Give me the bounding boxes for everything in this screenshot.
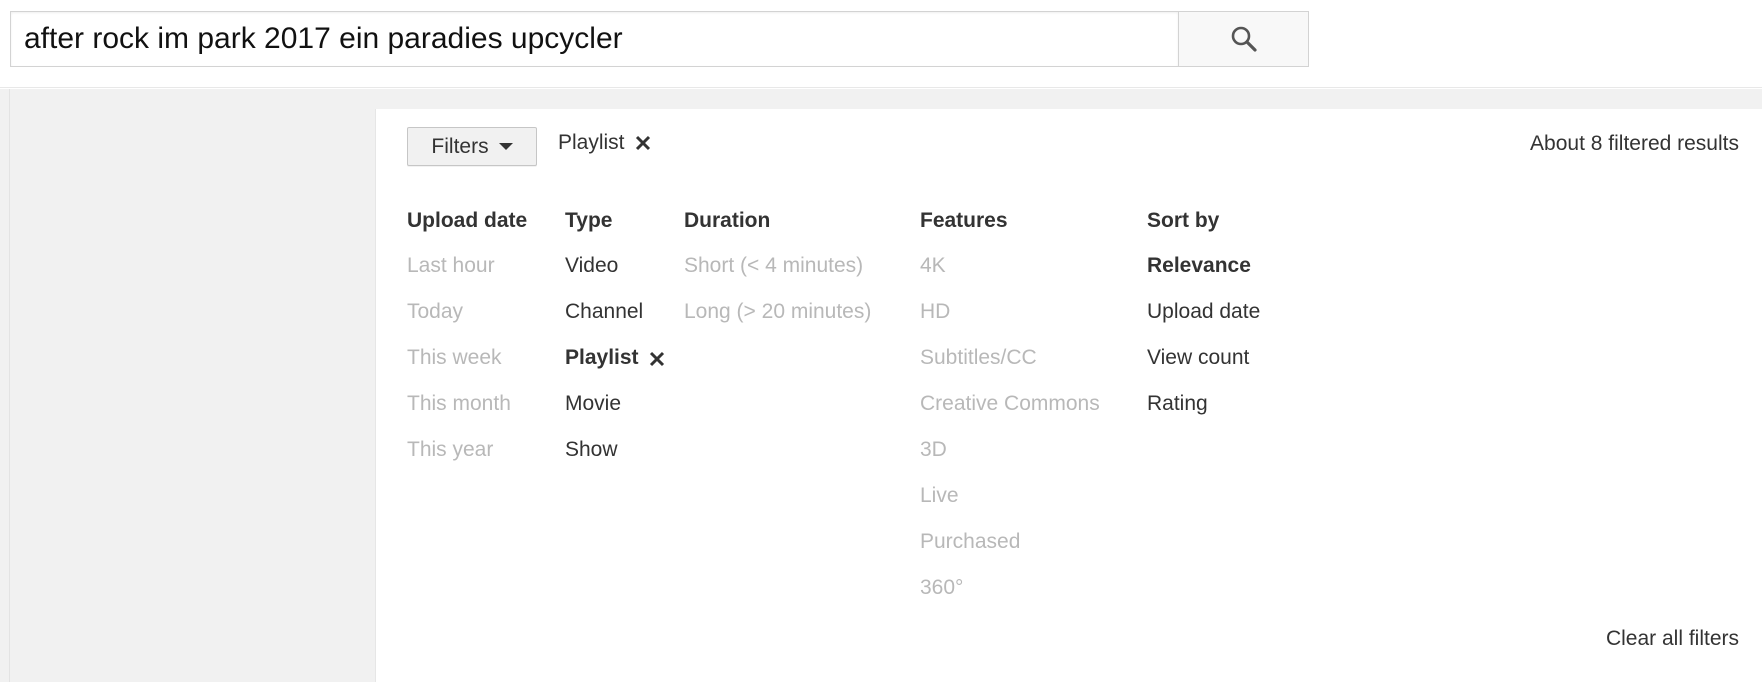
filter-option-live: Live	[920, 484, 959, 507]
filter-option-long: Long (> 20 minutes)	[684, 300, 872, 323]
filters-button[interactable]: Filters	[407, 127, 537, 166]
search-icon	[1231, 26, 1257, 52]
results-count: About 8 filtered results	[1530, 132, 1739, 155]
duration-column: Duration Short (< 4 minutes) Long (> 20 …	[684, 209, 871, 346]
column-heading: Type	[565, 209, 613, 232]
filter-option-360: 360°	[920, 576, 964, 599]
filter-option-subtitles: Subtitles/CC	[920, 346, 1037, 369]
close-icon[interactable]	[649, 351, 665, 367]
column-heading: Upload date	[407, 209, 528, 232]
filter-option-last-hour: Last hour	[407, 254, 495, 277]
sort-by-column: Sort by Relevance Upload date View count…	[1147, 209, 1260, 438]
active-filter-label: Playlist	[558, 131, 625, 154]
column-heading: Sort by	[1147, 209, 1220, 232]
sort-option-rating[interactable]: Rating	[1147, 392, 1260, 438]
sort-option-upload-date[interactable]: Upload date	[1147, 300, 1260, 346]
filter-option-this-year: This year	[407, 438, 494, 461]
filter-option-video[interactable]: Video	[565, 254, 665, 300]
features-column: Features 4K HD Subtitles/CC Creative Com…	[920, 209, 1100, 622]
filter-option-creative-commons: Creative Commons	[920, 392, 1100, 415]
active-filter-chip: Playlist	[558, 131, 651, 155]
filter-option-short: Short (< 4 minutes)	[684, 254, 864, 277]
filters-label: Filters	[431, 134, 489, 158]
filter-option-playlist[interactable]: Playlist	[565, 346, 665, 392]
sort-option-view-count[interactable]: View count	[1147, 346, 1260, 392]
divider	[9, 89, 10, 682]
masthead	[0, 0, 1762, 88]
upload-date-column: Upload date Last hour Today This week Th…	[407, 209, 527, 484]
filter-option-this-week: This week	[407, 346, 502, 369]
filter-option-show[interactable]: Show	[565, 438, 665, 484]
filter-option-4k: 4K	[920, 254, 946, 277]
type-column: Type Video Channel Playlist Movie Show	[565, 209, 665, 484]
filter-option-this-month: This month	[407, 392, 511, 415]
filter-option-3d: 3D	[920, 438, 947, 461]
caret-down-icon	[498, 143, 513, 150]
clear-all-filters-link[interactable]: Clear all filters	[1606, 627, 1739, 651]
filter-option-hd: HD	[920, 300, 951, 323]
filter-option-movie[interactable]: Movie	[565, 392, 665, 438]
column-heading: Features	[920, 209, 1008, 232]
close-icon[interactable]	[635, 135, 651, 151]
filter-option-today: Today	[407, 300, 464, 323]
search-button[interactable]	[1178, 11, 1309, 67]
column-heading: Duration	[684, 209, 771, 232]
search-filter-panel: Filters Playlist About 8 filtered result…	[375, 109, 1762, 682]
filter-option-channel[interactable]: Channel	[565, 300, 665, 346]
search-input[interactable]	[10, 11, 1178, 67]
filter-option-purchased: Purchased	[920, 530, 1021, 553]
sort-option-relevance[interactable]: Relevance	[1147, 254, 1260, 300]
search-form	[10, 11, 1309, 67]
